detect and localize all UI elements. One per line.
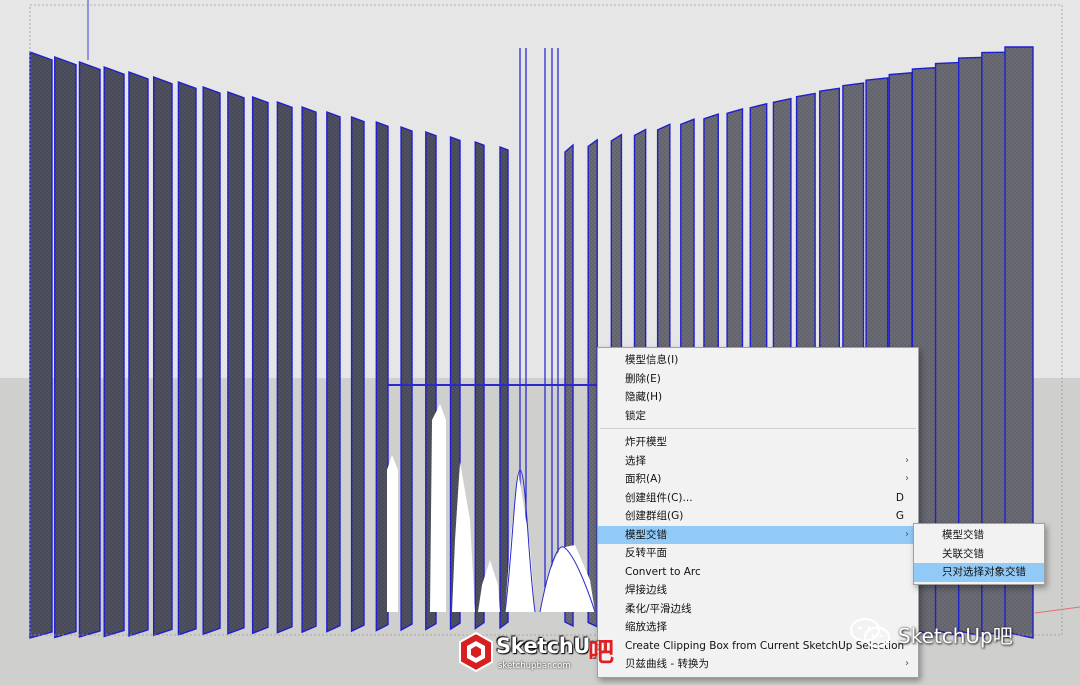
wechat-icon xyxy=(849,617,891,648)
white-spike xyxy=(387,455,398,612)
fin-panel-texture xyxy=(326,112,340,632)
wechat-watermark-text: SketchUp吧 xyxy=(898,624,1013,648)
fin-panel-texture xyxy=(54,57,76,638)
submenu-item-label: 只对选择对象交错 xyxy=(942,566,1026,578)
fin-panel-texture xyxy=(104,67,124,637)
fin-panel-texture xyxy=(30,52,52,638)
menu-item[interactable]: 删除(E) xyxy=(598,370,918,389)
menu-item-label: 反转平面 xyxy=(625,547,667,559)
watermark-url: sketchupbar.com xyxy=(498,661,571,671)
intersect-submenu: 模型交错关联交错只对选择对象交错 xyxy=(913,523,1045,585)
submenu-arrow-icon: › xyxy=(905,473,909,484)
fin-panel-texture xyxy=(351,117,364,632)
menu-item-label: 柔化/平滑边线 xyxy=(625,602,692,615)
menu-item[interactable]: 选择 › xyxy=(598,452,918,471)
menu-item-shortcut: D xyxy=(895,491,904,504)
menu-item-label: 隐藏(H) xyxy=(625,391,663,403)
fin-panel-texture xyxy=(588,139,598,627)
menu-item[interactable]: 模型交错 › xyxy=(598,525,918,544)
menu-item-label: 炸开模型 xyxy=(625,436,667,448)
menu-item[interactable]: 面积(A) › xyxy=(598,470,918,489)
fin-panel-texture xyxy=(227,92,244,634)
menu-item[interactable]: 反转平面 xyxy=(598,544,918,563)
menu-item-label: 模型交错 xyxy=(625,528,667,541)
menu-item-label: Convert to Arc xyxy=(625,565,701,578)
menu-item[interactable]: 炸开模型 xyxy=(598,433,918,452)
submenu-arrow-icon: › xyxy=(905,528,909,540)
menu-item-label: 删除(E) xyxy=(625,372,661,385)
menu-item-label: 锁定 xyxy=(625,409,646,422)
menu-item-label: 缩放选择 xyxy=(625,621,667,633)
menu-item-shortcut: G xyxy=(895,510,904,522)
submenu-item[interactable]: 模型交错 xyxy=(914,526,1044,545)
menu-item[interactable]: 贝兹曲线 - 转换为 › xyxy=(598,655,918,674)
menu-item-label: 创建组件(C)... xyxy=(625,491,693,504)
submenu-item[interactable]: 只对选择对象交错 xyxy=(914,563,1044,582)
menu-item-label: 创建群组(G) xyxy=(625,510,684,522)
fin-panel-texture xyxy=(401,127,412,631)
menu-item[interactable]: Convert to Arc xyxy=(598,563,918,582)
watermark-logo-suffix: 吧 xyxy=(588,638,615,668)
fin-panel-texture xyxy=(79,62,100,637)
menu-item[interactable]: 锁定 xyxy=(598,407,918,426)
fin-panel-texture xyxy=(203,87,220,635)
fin-panel-texture xyxy=(178,82,196,635)
menu-item[interactable]: 模型信息(I) xyxy=(598,351,918,370)
fin-panel-texture xyxy=(153,77,172,636)
white-spike xyxy=(430,404,446,612)
menu-item[interactable]: 创建组件(C)... D xyxy=(598,489,918,508)
menu-item-label: 面积(A) xyxy=(625,473,662,485)
menu-item[interactable]: 焊接边线 xyxy=(598,581,918,600)
submenu-item-label: 模型交错 xyxy=(942,529,984,541)
fin-panel-texture xyxy=(302,107,316,633)
menu-item[interactable]: 创建群组(G) G xyxy=(598,507,918,526)
menu-item-label: 模型信息(I) xyxy=(625,354,679,366)
submenu-arrow-icon: › xyxy=(905,454,909,466)
menu-item[interactable]: 隐藏(H) xyxy=(598,388,918,407)
fin-panel-texture xyxy=(500,147,508,628)
menu-separator xyxy=(600,428,916,429)
submenu-item-label: 关联交错 xyxy=(942,547,984,560)
fin-panel-texture xyxy=(252,97,268,634)
sketchup-logo-icon xyxy=(459,631,493,673)
submenu-item[interactable]: 关联交错 xyxy=(914,545,1044,564)
fin-panel-texture xyxy=(128,72,148,636)
menu-item-label: 贝兹曲线 - 转换为 xyxy=(625,658,709,670)
menu-item-label: 选择 xyxy=(625,454,646,467)
submenu-arrow-icon: › xyxy=(905,658,909,669)
sketchupbar-watermark: SketchUp 吧 sketchupbar.com xyxy=(458,631,623,677)
fin-panel-texture xyxy=(376,122,388,631)
fin-panel-texture xyxy=(277,102,292,633)
menu-item-label: 焊接边线 xyxy=(625,584,667,596)
